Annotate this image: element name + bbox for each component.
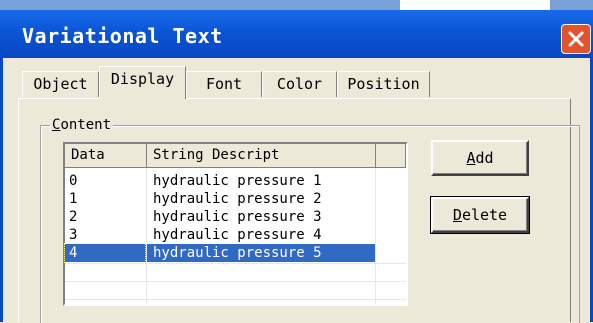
list-item-data: 1: [69, 191, 78, 207]
column-header-empty[interactable]: [376, 144, 406, 168]
tab-color[interactable]: Color: [262, 71, 337, 97]
tab-font[interactable]: Font: [186, 71, 262, 97]
list-item[interactable]: 1 hydraulic pressure 2: [65, 190, 406, 208]
data-list-view[interactable]: Data String Descript 0 hydraulic pressur…: [63, 142, 408, 306]
grid-line: [65, 299, 406, 300]
list-item-description: hydraulic pressure 3: [153, 209, 322, 225]
list-item-description: hydraulic pressure 4: [153, 227, 322, 243]
column-header-string-descript[interactable]: String Descript: [147, 144, 376, 168]
list-item-description: hydraulic pressure 2: [153, 191, 322, 207]
list-item-data: 4: [69, 245, 78, 261]
list-item-description: hydraulic pressure 5: [153, 245, 322, 261]
list-item-selected[interactable]: 4 hydraulic pressure 5: [64, 243, 375, 263]
tab-object[interactable]: Object: [22, 71, 99, 97]
tab-display[interactable]: Display: [99, 66, 186, 99]
title-bar-top-edge: [0, 0, 593, 10]
window-title: Variational Text: [22, 24, 223, 48]
list-item[interactable]: 3 hydraulic pressure 4: [65, 226, 406, 244]
list-item-data: 2: [69, 209, 78, 225]
list-item-description: hydraulic pressure 1: [153, 173, 322, 189]
list-item-data: 3: [69, 227, 78, 243]
grid-line: [65, 263, 406, 264]
list-item-data: 0: [69, 173, 78, 189]
close-button[interactable]: [561, 24, 591, 54]
list-item[interactable]: 2 hydraulic pressure 3: [65, 208, 406, 226]
tab-position[interactable]: Position: [337, 71, 430, 97]
grid-line: [146, 168, 147, 304]
column-header-data[interactable]: Data: [65, 144, 147, 168]
list-item[interactable]: 0 hydraulic pressure 1: [65, 172, 406, 190]
grid-line: [65, 281, 406, 282]
content-group-label: Content: [50, 117, 114, 133]
delete-button[interactable]: Delete: [430, 196, 530, 234]
add-button[interactable]: Add: [431, 140, 529, 176]
close-icon: [568, 31, 584, 47]
grid-line: [375, 168, 376, 304]
